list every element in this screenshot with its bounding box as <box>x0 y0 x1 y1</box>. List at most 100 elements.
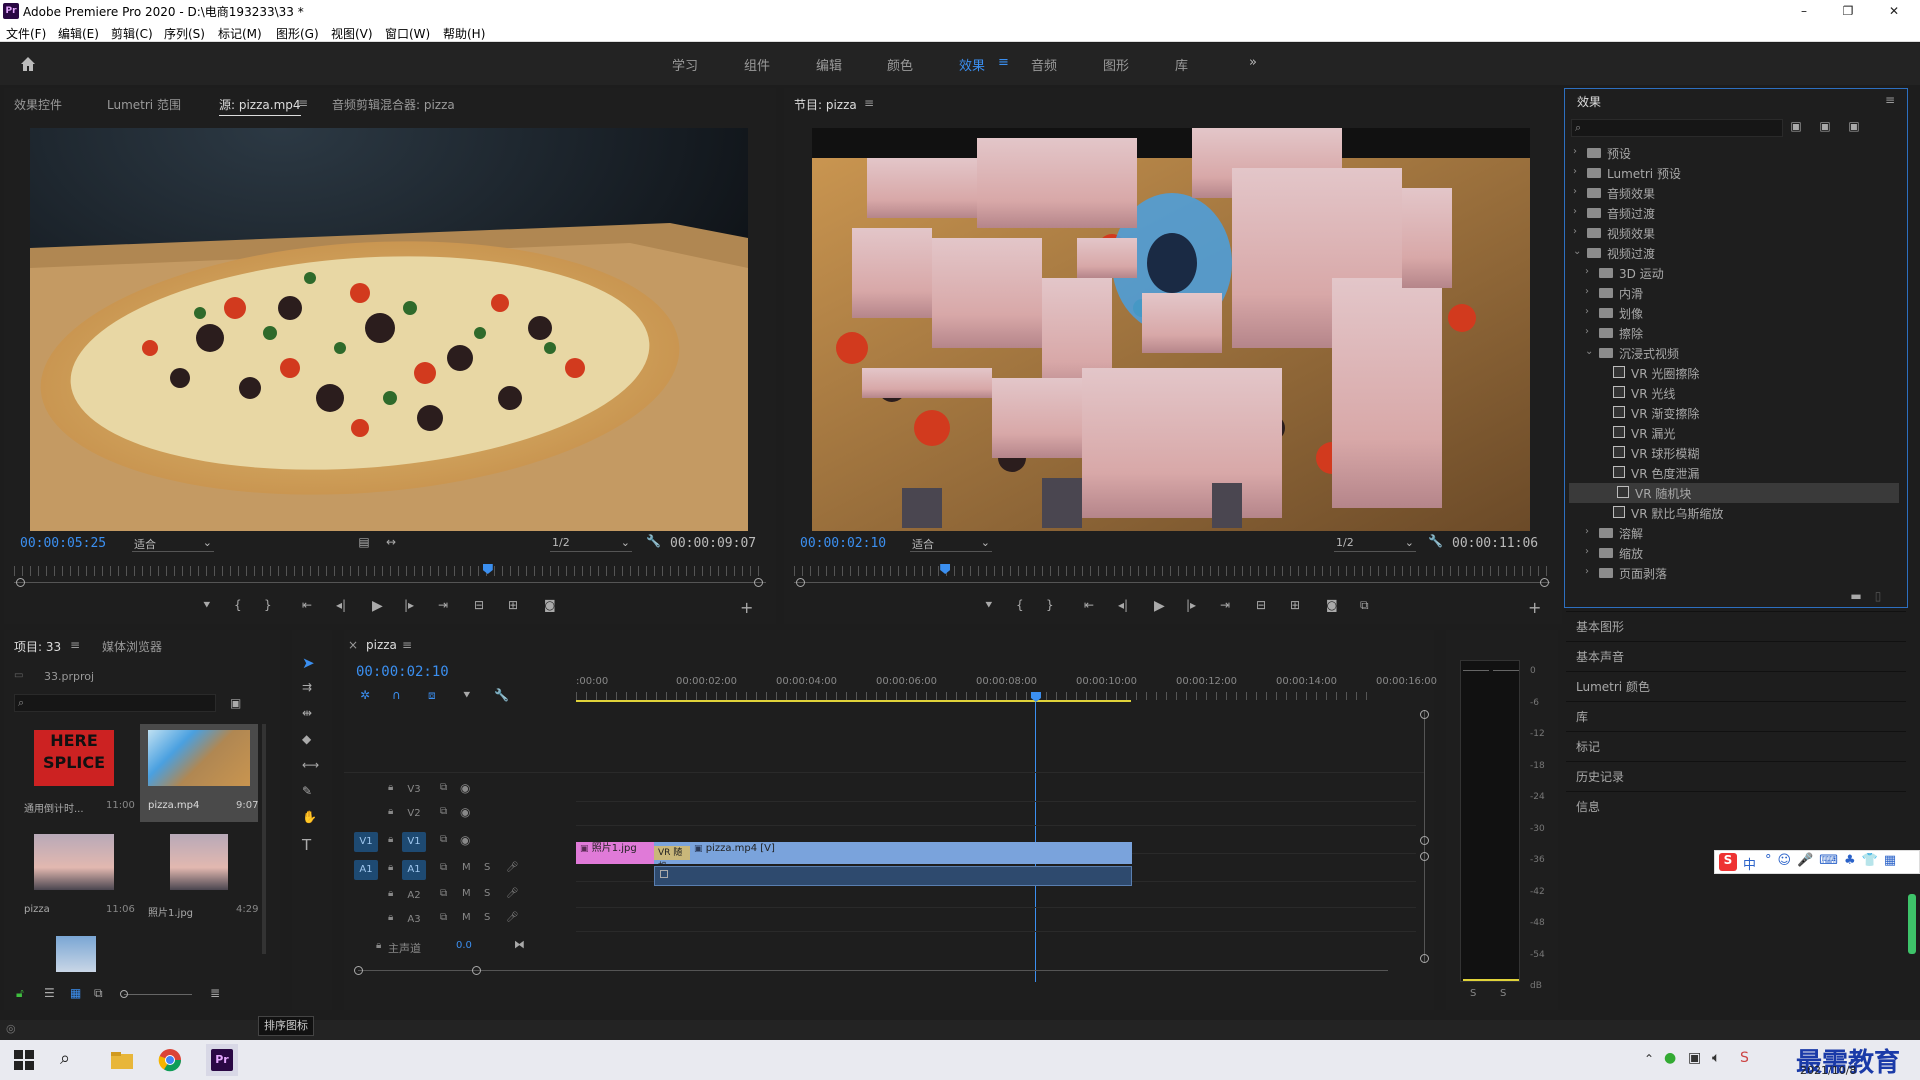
extract-icon[interactable]: ⊞ <box>1290 598 1300 612</box>
menu-sequence[interactable]: 序列(S) <box>164 25 205 42</box>
step-back-icon[interactable]: ◂| <box>1118 598 1128 612</box>
tab-menu-icon[interactable]: ≡ <box>864 96 874 110</box>
side-panel-tab[interactable]: 基本声音 <box>1566 641 1906 671</box>
go-to-in-icon[interactable]: ⇤ <box>302 598 312 612</box>
effect-item[interactable]: VR 色度泄漏 <box>1565 463 1905 483</box>
chevron-right-icon[interactable]: › <box>1585 266 1589 277</box>
trash-icon[interactable]: ▯ <box>1871 589 1885 603</box>
eye-icon[interactable]: ◉ <box>460 781 470 795</box>
linked-selection-icon[interactable]: ⧈ <box>428 688 436 703</box>
chevron-right-icon[interactable]: › <box>1573 226 1577 237</box>
tab-project[interactable]: 项目: 33 <box>14 638 61 657</box>
close-tab-icon[interactable]: × <box>348 638 358 652</box>
play-icon[interactable]: ▶ <box>1154 598 1165 614</box>
solo-button[interactable]: S <box>484 862 490 873</box>
video-clip[interactable]: ▣ pizza.mp4 [V] <box>654 842 1132 864</box>
mic-icon[interactable]: 🎤︎ <box>506 862 519 873</box>
sync-lock-icon[interactable]: ⧉ <box>440 888 447 899</box>
windows-start-icon[interactable] <box>12 1048 36 1072</box>
chevron-right-icon[interactable]: › <box>1585 306 1589 317</box>
tray-app-icon[interactable]: ● <box>1664 1050 1676 1066</box>
panel-menu-icon[interactable]: ≡ <box>1885 93 1895 107</box>
menu-view[interactable]: 视图(V) <box>331 25 373 42</box>
hand-tool-icon[interactable]: ✋ <box>302 810 317 824</box>
chevron-right-icon[interactable]: › <box>1585 286 1589 297</box>
snap-icon[interactable]: ∩ <box>392 688 401 702</box>
effect-item[interactable]: VR 随机块 <box>1569 483 1899 503</box>
menu-edit[interactable]: 编辑(E) <box>58 25 99 42</box>
lock-icon[interactable]: 🔒︎ <box>388 806 393 817</box>
source-fit-select[interactable]: 适合 ⌄ <box>132 536 214 552</box>
maximize-button[interactable]: ❐ <box>1828 2 1868 20</box>
effect-item[interactable]: VR 渐变擦除 <box>1565 403 1905 423</box>
tab-menu-icon[interactable]: ≡ <box>70 638 80 652</box>
chevron-right-icon[interactable]: › <box>1573 146 1577 157</box>
effect-folder[interactable]: ⌄ 视频过渡 <box>1565 243 1905 263</box>
mark-out-icon[interactable]: } <box>1046 598 1054 612</box>
more-workspaces-icon[interactable]: » <box>1249 55 1257 70</box>
effect-item[interactable]: VR 默比乌斯缩放 <box>1565 503 1905 523</box>
workspace-effects[interactable]: 效果 <box>959 55 985 74</box>
wrench-icon[interactable]: 🔧 <box>646 534 661 548</box>
sort-icon[interactable]: ≣ <box>210 986 220 1000</box>
lock-icon[interactable]: 🔒︎ <box>388 834 393 845</box>
timeline-ruler[interactable] <box>576 692 1376 700</box>
vscroll-handle[interactable] <box>1420 710 1429 719</box>
project-item[interactable]: HERE SPLICE 通用倒计时... 11:00 <box>14 724 135 822</box>
track-target-button[interactable]: V3 <box>402 780 426 800</box>
step-forward-icon[interactable]: |▸ <box>1186 598 1196 612</box>
source-zoom-bar[interactable] <box>14 582 766 583</box>
yuv-effects-icon[interactable]: ▣ <box>1845 119 1863 133</box>
menu-clip[interactable]: 剪辑(C) <box>111 25 153 42</box>
menu-help[interactable]: 帮助(H) <box>443 25 485 42</box>
lock-icon[interactable]: 🔓︎ <box>16 986 24 1001</box>
work-area-bar[interactable] <box>576 700 1131 702</box>
effect-item[interactable]: VR 光圈擦除 <box>1565 363 1905 383</box>
tab-source[interactable]: 源: pizza.mp4 <box>219 96 301 116</box>
tab-menu-icon[interactable]: ≡ <box>402 638 412 652</box>
sync-lock-icon[interactable]: ⧉ <box>440 912 447 923</box>
effects-search-input[interactable]: ⌕ <box>1571 119 1783 137</box>
program-resolution-select[interactable]: 1/2 ⌄ <box>1334 536 1416 552</box>
chevron-right-icon[interactable]: › <box>1585 566 1589 577</box>
effect-folder[interactable]: › 缩放 <box>1565 543 1905 563</box>
scroll-handle-right[interactable] <box>472 966 481 975</box>
menu-window[interactable]: 窗口(W) <box>385 25 430 42</box>
vscroll-handle[interactable] <box>1420 836 1429 845</box>
ime-mode-indicator[interactable]: 中 <box>1743 854 1756 873</box>
premiere-taskbar-button[interactable]: Pr <box>206 1044 238 1076</box>
file-explorer-icon[interactable] <box>110 1048 134 1072</box>
workspace-color[interactable]: 颜色 <box>887 55 913 74</box>
zoom-handle-left[interactable] <box>16 578 25 587</box>
tray-chevron-icon[interactable]: ⌃ <box>1644 1052 1654 1066</box>
vscroll-handle[interactable] <box>1420 852 1429 861</box>
camera-icon[interactable]: ◙ <box>1326 598 1338 612</box>
effect-folder[interactable]: › Lumetri 预设 <box>1565 163 1905 183</box>
workspace-audio[interactable]: 音频 <box>1031 55 1057 74</box>
side-panel-tab[interactable]: Lumetri 颜色 <box>1566 671 1906 701</box>
zoom-handle-left[interactable] <box>796 578 805 587</box>
effect-item[interactable]: VR 球形模糊 <box>1565 443 1905 463</box>
tab-audio-clip-mixer[interactable]: 音频剪辑混合器: pizza <box>332 96 455 113</box>
slip-tool-icon[interactable]: ⟷ <box>302 758 319 772</box>
menu-marker[interactable]: 标记(M) <box>218 25 262 42</box>
eye-icon[interactable]: ◉ <box>460 833 470 847</box>
project-scrollbar[interactable] <box>262 724 266 954</box>
ripple-edit-tool-icon[interactable]: ⇹ <box>302 706 312 720</box>
home-icon[interactable] <box>18 54 38 74</box>
mute-button[interactable]: M <box>462 888 471 899</box>
track-target-button[interactable]: A1 <box>402 860 426 880</box>
track-target-button[interactable]: A3 <box>402 910 426 930</box>
play-icon[interactable]: ▶ <box>372 598 383 614</box>
tab-media-browser[interactable]: 媒体浏览器 <box>102 638 162 655</box>
lock-icon[interactable]: 🔒︎ <box>388 782 393 793</box>
source-time-ruler[interactable] <box>14 566 766 576</box>
project-item[interactable]: pizza 11:06 <box>14 828 135 926</box>
lock-icon[interactable]: 🔒︎ <box>388 912 393 923</box>
add-marker-icon[interactable]: ⯆ <box>984 598 994 613</box>
chevron-right-icon[interactable]: › <box>1585 526 1589 537</box>
source-patch-button[interactable]: A1 <box>354 860 378 880</box>
effect-folder[interactable]: › 音频过渡 <box>1565 203 1905 223</box>
mute-button[interactable]: M <box>462 862 471 873</box>
icon-view-icon[interactable]: ▦ <box>70 986 81 1000</box>
